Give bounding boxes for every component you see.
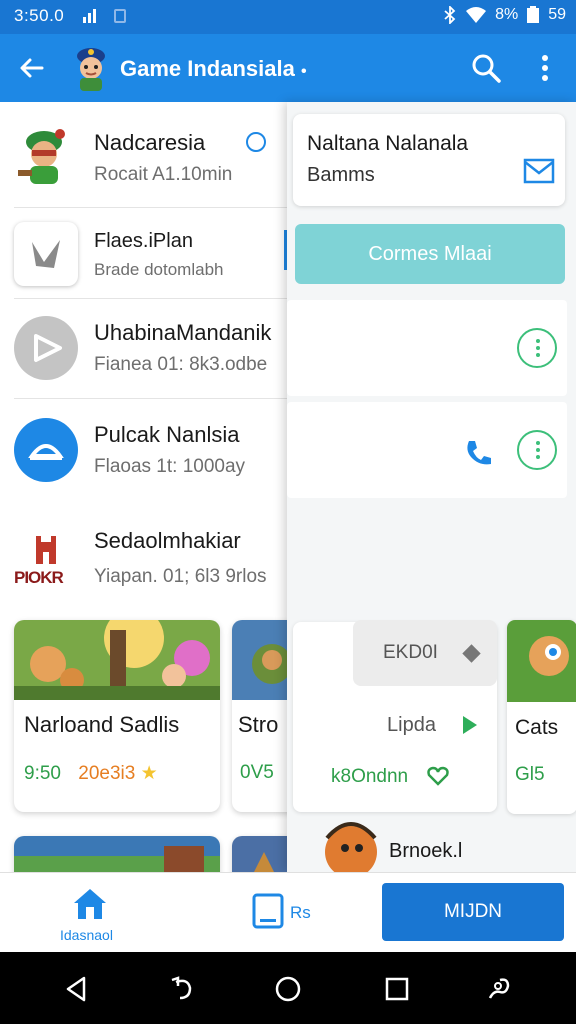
list-item[interactable]: UhabinaMandanik Fianea 01: 8k3.odbe <box>0 300 290 398</box>
contact-name: Naltana Nalanala <box>307 132 469 155</box>
mail-icon[interactable] <box>523 158 555 184</box>
panel-row[interactable] <box>287 402 567 498</box>
bluetooth-icon <box>444 6 456 24</box>
panel-row[interactable] <box>287 300 567 396</box>
avatar-icon <box>325 822 377 872</box>
game-artwork <box>507 620 576 702</box>
amount-text: k8Ondnn <box>331 766 409 787</box>
battery-icon <box>527 6 540 23</box>
app-bar: Game Indansiala • <box>0 34 576 102</box>
tab-label[interactable]: Rs <box>290 903 311 923</box>
wave-app-icon <box>14 418 78 482</box>
game-card-meta: 9:50 20e3i3 ★ <box>24 762 158 785</box>
play-icon <box>14 316 78 380</box>
more-options-icon[interactable] <box>517 328 557 368</box>
app-icon <box>14 222 78 286</box>
game-card-rating: 20e3i3 <box>78 763 136 784</box>
bottom-nav: Idasnaol Rs MIJDN <box>0 872 576 952</box>
panel-bottom-text: Brnoek.l <box>389 840 463 862</box>
battery-percent: 8% <box>495 6 519 23</box>
leaf-icon <box>32 240 60 268</box>
more-vert-icon[interactable] <box>530 52 560 84</box>
list-item-name: Sedaolmhakiar <box>94 528 241 553</box>
primary-button[interactable]: MIJDN <box>382 883 564 941</box>
status-bar: 3:50.0 8% 59 <box>0 0 576 34</box>
list-item-sub: Yiapan. 01; 6l3 9rlos <box>94 566 267 587</box>
home-icon[interactable] <box>72 887 108 921</box>
game-card-title: Narloand Sadlis <box>24 712 180 737</box>
contact-card[interactable]: Naltana Nalanala Bamms <box>293 114 565 206</box>
list-item[interactable]: Nadcaresia Rocait A1.10min <box>0 110 290 206</box>
play-arrow-icon[interactable] <box>463 716 477 734</box>
phone-icon[interactable] <box>463 438 493 468</box>
game-card[interactable]: Narloand Sadlis 9:50 20e3i3 ★ <box>14 620 220 812</box>
game-logo: PIOKR <box>14 534 78 598</box>
signal-icon <box>83 9 96 23</box>
game-card[interactable]: Cats Gl5 <box>507 620 576 814</box>
heart-icon[interactable] <box>427 766 449 786</box>
divider <box>14 298 290 299</box>
game-card-meta: Gl5 <box>515 764 545 785</box>
chip[interactable]: EKD0I <box>353 620 497 686</box>
app-title: Game Indansiala • <box>120 56 307 82</box>
star-icon: ★ <box>140 763 158 784</box>
list-item-name: Pulcak Nanlsia <box>94 422 240 447</box>
game-card-score: 9:50 <box>24 763 61 784</box>
list-item-sub: Rocait A1.10min <box>94 164 233 185</box>
status-right: 8% 59 <box>443 6 566 24</box>
diamond-icon <box>462 644 481 663</box>
back-nav-icon[interactable] <box>62 974 92 1004</box>
app-title-text: Game Indansiala <box>120 56 295 81</box>
recents-icon[interactable] <box>382 974 412 1004</box>
list-item-sub: Fianea 01: 8k3.odbe <box>94 354 268 375</box>
lipa-label: Lipda <box>387 714 436 736</box>
list-item[interactable]: Pulcak Nanlsia Flaoas 1t: 1000ay <box>0 402 290 500</box>
undo-icon[interactable] <box>168 974 198 1004</box>
system-nav-bar <box>0 952 576 1024</box>
search-icon[interactable] <box>470 52 502 84</box>
home-tab-label[interactable]: Idasnaol <box>60 927 113 943</box>
app-logo-icon <box>77 48 105 91</box>
notification-icon <box>114 9 126 23</box>
teal-action-button[interactable]: Cormes Mlaai <box>295 224 565 284</box>
overlay-panel: Naltana Nalanala Bamms Cormes Mlaai EKD0… <box>287 102 576 872</box>
status-time: 3:50.0 <box>14 6 65 25</box>
game-card-title: Cats <box>515 716 559 739</box>
list-item-sub: Flaoas 1t: 1000ay <box>94 456 246 477</box>
divider <box>14 398 290 399</box>
game-card-title: Stro <box>238 712 279 737</box>
list-item-name: Flaes.iPlan <box>94 230 193 252</box>
list-item[interactable]: Flaes.iPlan Brade dotomlabh <box>0 210 290 298</box>
chip-label: EKD0I <box>383 642 438 663</box>
list-item[interactable]: PIOKR Sedaolmhakiar Yiapan. 01; 6l3 9rlo… <box>0 508 290 612</box>
more-options-icon[interactable] <box>517 430 557 470</box>
game-card-score: 0V5 <box>240 762 274 783</box>
game-artwork <box>14 620 220 700</box>
list-item-sub: Brade dotomlabh <box>94 260 224 279</box>
divider <box>14 207 290 208</box>
contact-sub: Bamms <box>307 164 375 186</box>
radio-button[interactable] <box>246 132 266 152</box>
game-logo-text: PIOKR <box>14 568 64 587</box>
home-nav-icon[interactable] <box>273 974 303 1004</box>
status-extra: 59 <box>548 6 566 23</box>
wifi-icon <box>466 7 487 23</box>
list-item-name: UhabinaMandanik <box>94 320 272 345</box>
app-title-dot: • <box>300 63 307 80</box>
back-arrow-icon[interactable] <box>16 52 48 84</box>
list-item-name: Nadcaresia <box>94 130 206 155</box>
tablet-icon[interactable] <box>252 893 284 929</box>
game-character-icon <box>18 129 65 184</box>
assistant-icon[interactable] <box>484 974 514 1004</box>
